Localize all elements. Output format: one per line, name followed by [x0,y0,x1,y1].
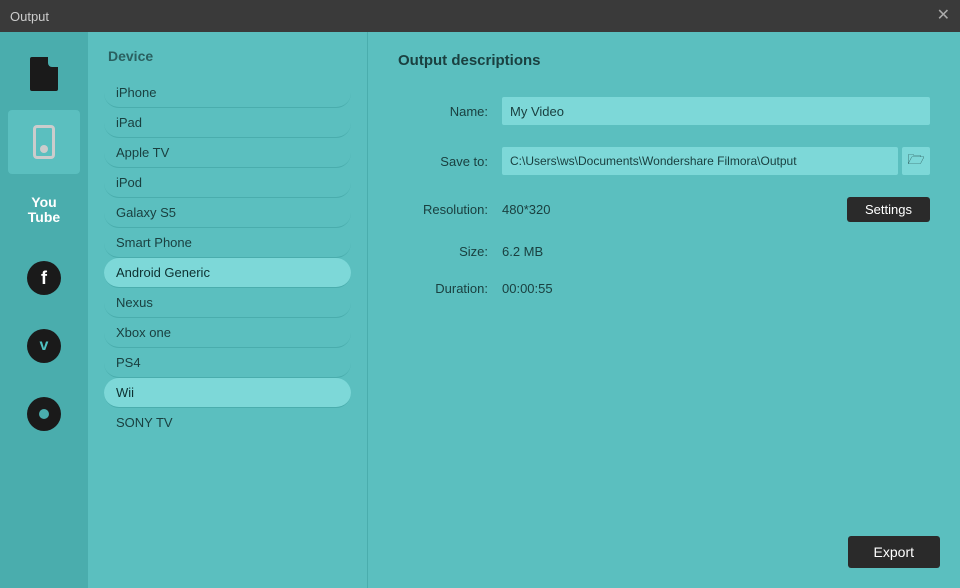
sidebar-item-youtube[interactable]: You Tube [8,178,80,242]
resolution-value: 480*320 [502,202,827,217]
name-input[interactable] [502,97,930,125]
sidebar-item-disc[interactable] [8,382,80,446]
sidebar-item-device[interactable] [8,110,80,174]
file-icon [30,57,58,91]
saveto-input[interactable] [502,147,898,175]
icon-sidebar: You Tube f v [0,32,88,588]
device-item-androidgeneric[interactable]: Android Generic [104,258,351,288]
device-list: iPhone iPad Apple TV iPod Galaxy S5 Smar… [104,78,351,437]
title-bar: Output ✕ [0,0,960,32]
device-item-galaxys5[interactable]: Galaxy S5 [104,198,351,228]
settings-button[interactable]: Settings [847,197,930,222]
export-button[interactable]: Export [848,536,940,568]
size-row: Size: 6.2 MB [398,244,930,259]
device-item-ps4[interactable]: PS4 [104,348,351,378]
duration-row: Duration: 00:00:55 [398,281,930,296]
duration-value: 00:00:55 [502,281,930,296]
device-item-smartphone[interactable]: Smart Phone [104,228,351,258]
device-panel-title: Device [104,48,351,64]
name-label: Name: [398,104,488,119]
device-item-ipod[interactable]: iPod [104,168,351,198]
saveto-row: Save to: 🗁 [398,147,930,175]
device-item-iphone[interactable]: iPhone [104,78,351,108]
device-item-ipad[interactable]: iPad [104,108,351,138]
window-title: Output [10,9,49,24]
sidebar-item-file[interactable] [8,42,80,106]
close-button[interactable]: ✕ [937,8,950,24]
device-panel: Device iPhone iPad Apple TV iPod Galaxy … [88,32,368,588]
vimeo-icon: v [27,329,61,363]
facebook-icon: f [27,261,61,295]
device-item-wii[interactable]: Wii [104,378,351,408]
device-item-sonytv[interactable]: SONY TV [104,408,351,437]
resolution-label: Resolution: [398,202,488,217]
sidebar-item-vimeo[interactable]: v [8,314,80,378]
phone-icon [33,125,55,159]
device-item-nexus[interactable]: Nexus [104,288,351,318]
output-descriptions-title: Output descriptions [398,52,930,69]
sidebar-item-facebook[interactable]: f [8,246,80,310]
resolution-row: Resolution: 480*320 Settings [398,197,930,222]
duration-label: Duration: [398,281,488,296]
folder-browse-button[interactable]: 🗁 [902,147,930,175]
name-row: Name: [398,97,930,125]
disc-icon [27,397,61,431]
device-item-xboxone[interactable]: Xbox one [104,318,351,348]
main-container: You Tube f v Device iPhone iPad Apple TV… [0,32,960,588]
output-panel: Output descriptions Name: Save to: 🗁 Res… [368,32,960,588]
youtube-icon: You Tube [28,195,60,226]
size-value: 6.2 MB [502,244,930,259]
device-item-appletv[interactable]: Apple TV [104,138,351,168]
saveto-label: Save to: [398,154,488,169]
size-label: Size: [398,244,488,259]
